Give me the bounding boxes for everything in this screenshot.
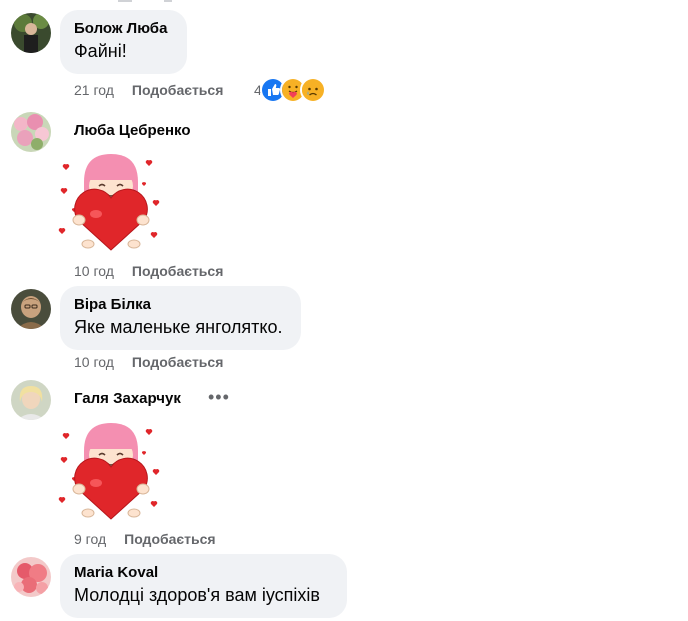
avatar[interactable] xyxy=(11,13,51,53)
comment-time[interactable]: 9 год xyxy=(74,531,106,547)
avatar[interactable] xyxy=(11,112,51,152)
more-options-icon[interactable]: ••• xyxy=(208,388,230,406)
comment-author[interactable]: Люба Цебренко xyxy=(74,122,191,140)
comment-bubble: Віра Білка Яке маленьке янголятко. xyxy=(60,286,301,350)
like-button[interactable]: Подобається xyxy=(124,531,215,547)
avatar[interactable] xyxy=(11,557,51,597)
sad-icon xyxy=(299,77,326,103)
reactions-summary[interactable]: 4 xyxy=(254,77,326,103)
comment-time[interactable]: 21 год xyxy=(74,82,114,98)
like-button[interactable]: Подобається xyxy=(132,263,223,279)
comment-time[interactable]: 10 год xyxy=(74,263,114,279)
comment-author[interactable]: Болож Люба xyxy=(74,20,173,38)
comment-meta: 9 год Подобається xyxy=(74,531,216,547)
comment-text: Файні! xyxy=(74,41,127,61)
comment-author[interactable]: Галя Захарчук xyxy=(74,390,181,408)
like-button[interactable]: Подобається xyxy=(132,82,223,98)
comment-text: Яке маленьке янголятко. xyxy=(74,317,283,337)
comment-author[interactable]: Maria Koval xyxy=(74,564,333,582)
comment-meta: 10 год Подобається xyxy=(74,354,223,370)
comment-author[interactable]: Віра Білка xyxy=(74,296,287,314)
comment-meta: 10 год Подобається xyxy=(74,263,223,279)
comment-bubble: Maria Koval Молодці здоров'я вам іуспіхі… xyxy=(60,554,347,618)
comment-meta: 21 год Подобається xyxy=(74,82,223,98)
comment-bubble: Болож Люба Файні! xyxy=(60,10,187,74)
avatar[interactable] xyxy=(11,289,51,329)
comment-text: Молодці здоров'я вам іуспіхів xyxy=(74,585,320,605)
heart-girl-sticker[interactable] xyxy=(58,150,164,254)
comment-time[interactable]: 10 год xyxy=(74,354,114,370)
cropped-meta-fragment xyxy=(118,0,188,2)
like-button[interactable]: Подобається xyxy=(132,354,223,370)
avatar[interactable] xyxy=(11,380,51,420)
heart-girl-sticker[interactable] xyxy=(58,419,164,523)
